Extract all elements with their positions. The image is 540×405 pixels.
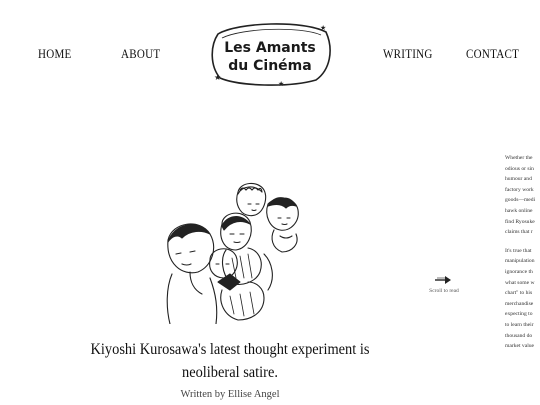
hero-illustration bbox=[160, 178, 310, 325]
nav-home-link[interactable]: HOME bbox=[38, 46, 72, 62]
nav-about-link[interactable]: ABOUT bbox=[121, 46, 160, 62]
logo-star-icon: ★ bbox=[214, 73, 221, 82]
scroll-to-read-button[interactable]: Scroll to read bbox=[424, 274, 464, 294]
article-headline: Kiyoshi Kurosawa's latest thought experi… bbox=[90, 341, 370, 381]
article-paragraph: It's true that manipulation ignorance th… bbox=[505, 247, 535, 350]
article-body: Whether the odious or sin humour and fac… bbox=[505, 153, 540, 360]
logo-star-icon: ★ bbox=[278, 80, 284, 86]
arrow-right-icon bbox=[435, 276, 451, 284]
article-byline: Written by Ellise Angel bbox=[180, 389, 280, 400]
nav-contact-link[interactable]: CONTACT bbox=[466, 46, 519, 62]
nav-writing-link[interactable]: WRITING bbox=[383, 46, 433, 62]
logo-title-line1: Les Amants bbox=[224, 40, 316, 56]
sketch-figures-icon bbox=[166, 182, 299, 325]
logo-star-icon: ★ bbox=[320, 24, 326, 32]
logo-badge: Les Amants du Cinéma ★ ★ ★ bbox=[211, 23, 331, 88]
scroll-label: Scroll to read bbox=[429, 288, 459, 294]
logo-title-line2: du Cinéma bbox=[228, 58, 311, 74]
site-logo[interactable]: Les Amants du Cinéma ★ ★ ★ bbox=[208, 20, 332, 88]
article-paragraph: Whether the odious or sin humour and fac… bbox=[505, 155, 536, 236]
